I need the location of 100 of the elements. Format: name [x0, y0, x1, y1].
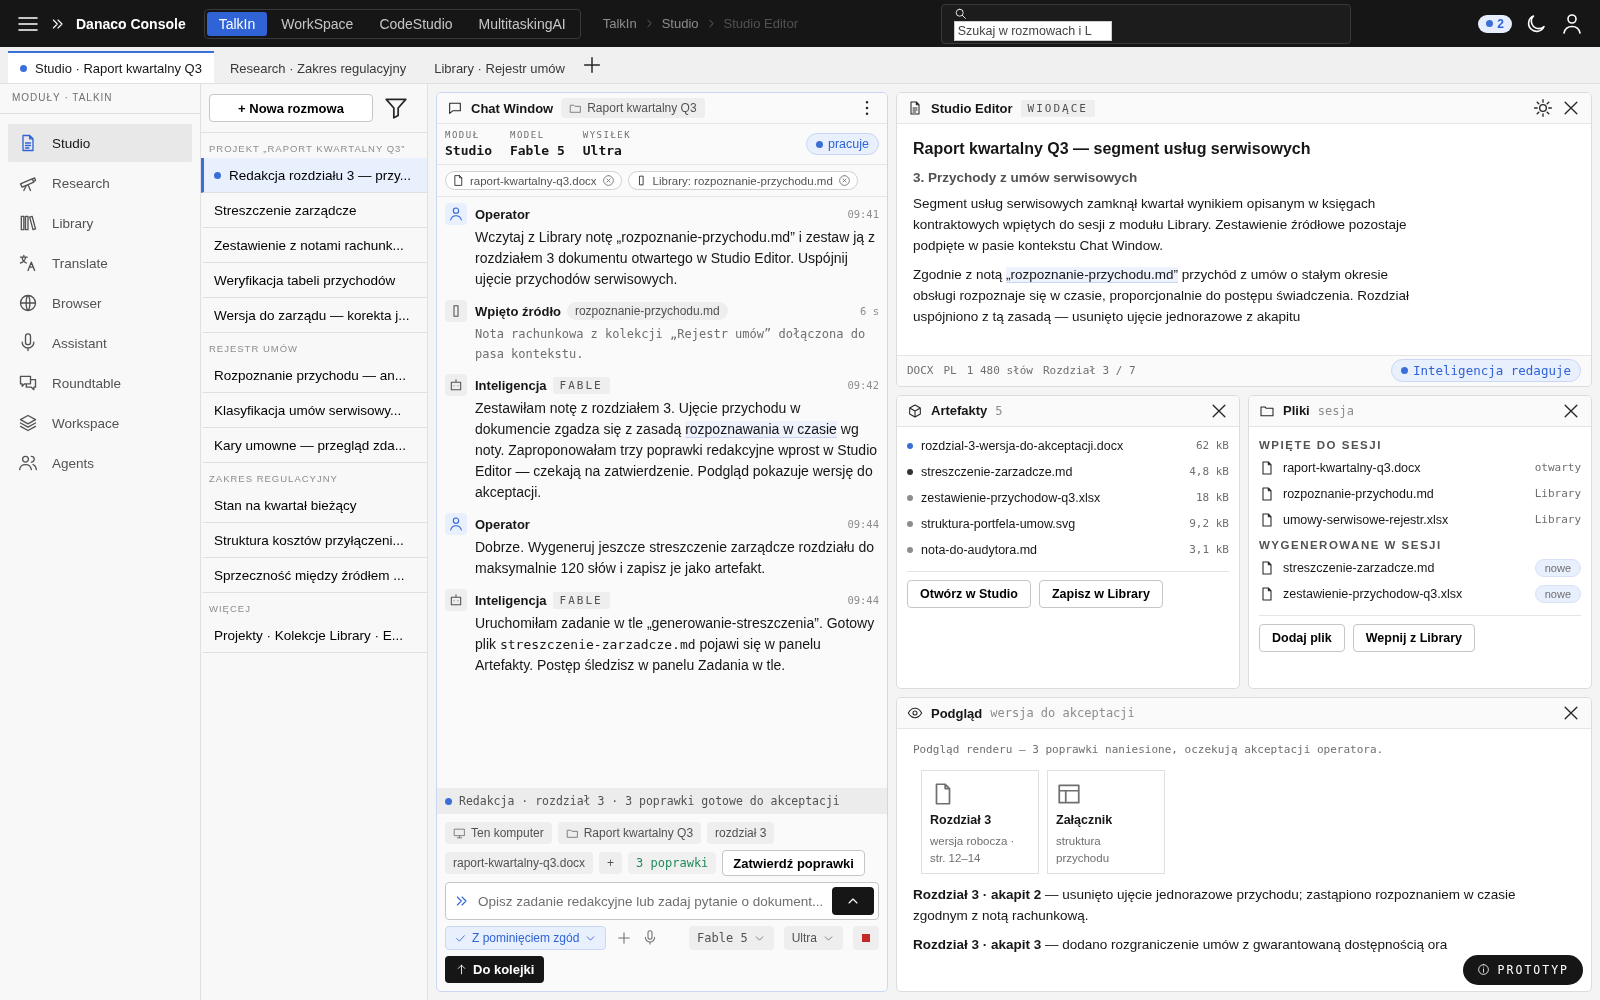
message-time: 09:44 — [847, 594, 879, 606]
conversation-item[interactable]: Rozpoznanie przychodu — an... — [201, 358, 427, 393]
message-text: Uruchomiłam zadanie w tle „generowanie-streszczenia”. Gotowy plik streszczenie-zarzadcze.md pojawi się w panelu Artefakty. Postęp śledzisz w panelu Zadania w tle. — [475, 614, 876, 675]
remove-icon[interactable] — [837, 174, 851, 187]
file-name[interactable]: rozpoznanie-przychodu.md — [1283, 486, 1434, 501]
conversation-item[interactable]: Weryfikacja tabeli przychodów — [201, 263, 427, 298]
brand-name: Danaco Console — [76, 15, 186, 32]
conversation-item[interactable]: Klasyfikacja umów serwisowy... — [201, 393, 427, 428]
module-item[interactable]: Translate — [8, 244, 192, 282]
action-button[interactable]: Zapisz w Library — [1038, 579, 1163, 608]
document-paragraph: Zgodnie z notą „rozpoznanie-przychodu.md” przychód z umów o stałym okresie obsługi rozpoznaje się w czasie, proporcjonalnie do postępu świadczenia. Rozdział uspójniono z tą zasadą — usunięto ujęcie jednorazowe z akapitu — [913, 266, 1411, 326]
artifact-name[interactable]: struktura-portfela-umow.svg — [921, 516, 1076, 531]
artifact-name[interactable]: zestawienie-przychodow-q3.xlsx — [921, 490, 1101, 505]
chat-bubble-icon — [447, 100, 463, 116]
action-button[interactable]: Dodaj plik — [1259, 623, 1345, 652]
meta-label: WYSIŁEK — [582, 130, 632, 140]
file-name[interactable]: raport-kwartalny-q3.docx — [1283, 460, 1421, 475]
message-text: Dobrze. Wygeneruj jeszcze streszczenie zarządcze rozdziału do maksymalnie 120 słów i zapisz je jako artefakt. — [475, 538, 876, 578]
change-note: Rozdział 3 · akapit 2 — usunięto ujęcie jednorazowe przychodu; zastąpiono rozpoznaniem w czasie zgodnym z notą rachunkową. — [913, 886, 1517, 926]
artifact-name[interactable]: rozdzial-3-wersja-do-akceptacji.docx — [921, 438, 1124, 453]
conversation-item[interactable]: Sprzeczność między źródłem ... — [201, 558, 427, 593]
context-chip[interactable]: rozdział 3 — [707, 822, 775, 844]
effort-select[interactable]: Ultra — [783, 926, 843, 950]
context-chip[interactable]: raport-kwartalny-q3.docx — [445, 852, 594, 874]
consent-toggle[interactable]: Z pominięciem zgód — [445, 926, 607, 950]
section-heading: MODUŁY · TALKIN — [0, 84, 200, 114]
conversation-item[interactable]: Wersja do zarządu — korekta j... — [201, 298, 427, 333]
conversation-item[interactable]: Streszczenie zarządcze — [201, 193, 427, 228]
document-tab[interactable]: Library · Rejestr umów — [422, 51, 577, 83]
message-tag: FABLE — [552, 591, 610, 609]
message-author: Inteligencja — [475, 592, 547, 608]
module-item[interactable]: Research — [8, 164, 192, 202]
new-conversation-button[interactable]: + Nowa rozmowa — [209, 94, 373, 122]
app-tab[interactable]: WorkSpace — [269, 11, 366, 36]
preview-card[interactable]: Rozdział 3 wersja robocza · str. 12–14 — [921, 770, 1039, 875]
remove-icon[interactable] — [601, 174, 615, 187]
context-chip[interactable]: + — [599, 852, 623, 874]
message-text: Wczytaj z Library notę „rozpoznanie-przychodu.md” i zestaw ją z rozdziałem 3 dokumentu otwartego w Studio Editor. Uspójnij ujęcie przychodów serwisowych. — [475, 228, 876, 289]
search-field[interactable]: Szukaj w rozmowach i L — [953, 20, 1112, 41]
module-item[interactable]: Studio — [8, 124, 192, 162]
file-name[interactable]: zestawienie-przychodow-q3.xlsx — [1283, 586, 1463, 601]
module-item[interactable]: Workspace — [8, 404, 192, 442]
module-item[interactable]: Roundtable — [8, 364, 192, 402]
model-select[interactable]: Fable 5 — [689, 926, 774, 950]
action-button[interactable]: Wepnij z Library — [1352, 623, 1476, 652]
file-icon — [1259, 485, 1275, 502]
group-heading: WIĘCEJ — [208, 602, 252, 616]
document-tab[interactable]: Research · Zakres regulacyjny — [217, 51, 419, 83]
conversation-item[interactable]: Zestawienie z notami rachunk... — [201, 228, 427, 263]
module-item[interactable]: Agents — [8, 444, 192, 482]
robot-icon — [445, 589, 467, 611]
document-info: PL — [943, 364, 957, 378]
preview-card[interactable]: Załącznik struktura przychodu — [1047, 770, 1165, 875]
send-button[interactable] — [832, 887, 874, 915]
conversation-item[interactable]: Kary umowne — przegląd zda... — [201, 428, 427, 463]
document-tab[interactable]: Studio · Raport kwartalny Q3 — [8, 51, 214, 83]
approve-button[interactable]: Zatwierdź poprawki — [722, 850, 865, 876]
context-chip[interactable]: Ten komputer — [445, 822, 552, 844]
file-name[interactable]: umowy-serwisowe-rejestr.xlsx — [1283, 512, 1449, 527]
stop-icon — [862, 934, 870, 942]
module-item[interactable]: Browser — [8, 284, 192, 322]
app-tab[interactable]: TalkIn — [206, 11, 268, 36]
globe-icon — [18, 293, 38, 313]
status-pill: Inteligencja redaguje — [1390, 359, 1581, 383]
filter-icon[interactable] — [383, 95, 409, 121]
prompt-input[interactable]: Opisz zadanie redakcyjne lub zadaj pytanie o dokument... — [476, 892, 826, 910]
context-chip[interactable]: Library: rozpoznanie-przychodu.md — [627, 171, 858, 190]
context-chip[interactable]: 3 poprawki — [628, 852, 717, 874]
action-button[interactable]: Otwórz w Studio — [907, 579, 1031, 608]
module-item[interactable]: Library — [8, 204, 192, 242]
message-author: Inteligencja — [475, 377, 547, 393]
breadcrumb-item[interactable]: TalkIn — [602, 16, 637, 31]
artifact-name[interactable]: streszczenie-zarzadcze.md — [921, 464, 1073, 479]
context-chip[interactable]: raport-kwartalny-q3.docx — [445, 171, 622, 190]
card-subtitle: wersja robocza · str. 12–14 — [930, 834, 1016, 867]
message-text: Nota rachunkowa z kolekcji „Rejestr umów” dołączona do pasa kontekstu. — [475, 326, 867, 363]
panel-title: Artefakty — [931, 403, 988, 419]
app-tab[interactable]: MultitaskingAI — [466, 11, 578, 36]
app-tab[interactable]: CodeStudio — [367, 11, 465, 36]
conversation-item[interactable]: Stan na kwartał bieżący — [201, 488, 427, 523]
meta-label: MODEL — [509, 130, 546, 140]
notification-badge[interactable]: 2 — [1478, 14, 1512, 33]
conversation-item[interactable]: Struktura kosztów przyłączeni... — [201, 523, 427, 558]
artifact-name[interactable]: nota-do-audytora.md — [921, 542, 1038, 557]
project-chip[interactable]: Raport kwartalny Q3 — [561, 98, 705, 118]
stop-button[interactable] — [853, 926, 879, 950]
conversation-item[interactable]: Redakcja rozdziału 3 — przy... — [201, 158, 427, 193]
group-heading: WYGENEROWANE W SESJI — [1259, 537, 1443, 553]
prompt-field[interactable]: Opisz zadanie redakcyjne lub zadaj pytanie o dokument... — [445, 882, 879, 920]
file-tag: nowe — [1534, 584, 1581, 603]
queue-button[interactable]: Do kolejki — [445, 956, 545, 983]
conversation-item[interactable]: Projekty · Kolekcje Library · E... — [201, 618, 427, 653]
breadcrumb-item[interactable]: Studio — [661, 16, 699, 31]
file-name[interactable]: streszczenie-zarzadcze.md — [1283, 560, 1435, 575]
context-chip[interactable]: Raport kwartalny Q3 — [557, 822, 702, 844]
user-icon[interactable] — [1560, 11, 1584, 36]
module-item[interactable]: Assistant — [8, 324, 192, 362]
preview-note: Podgląd renderu — 3 poprawki naniesione, oczekują akceptacji operatora. — [913, 743, 1385, 757]
translate-icon — [18, 253, 38, 273]
message-text: Zestawiłam notę z rozdziałem 3. Ujęcie przychodu w dokumencie zgadza się z zasadą rozpoznawania w czasie wg noty. Zaproponowałam trzy poprawki redakcyjne wprost w Studio Editor — czekają na zatwierdzenie. Podgląd pokazuje wersję do akceptacji. — [475, 399, 879, 502]
